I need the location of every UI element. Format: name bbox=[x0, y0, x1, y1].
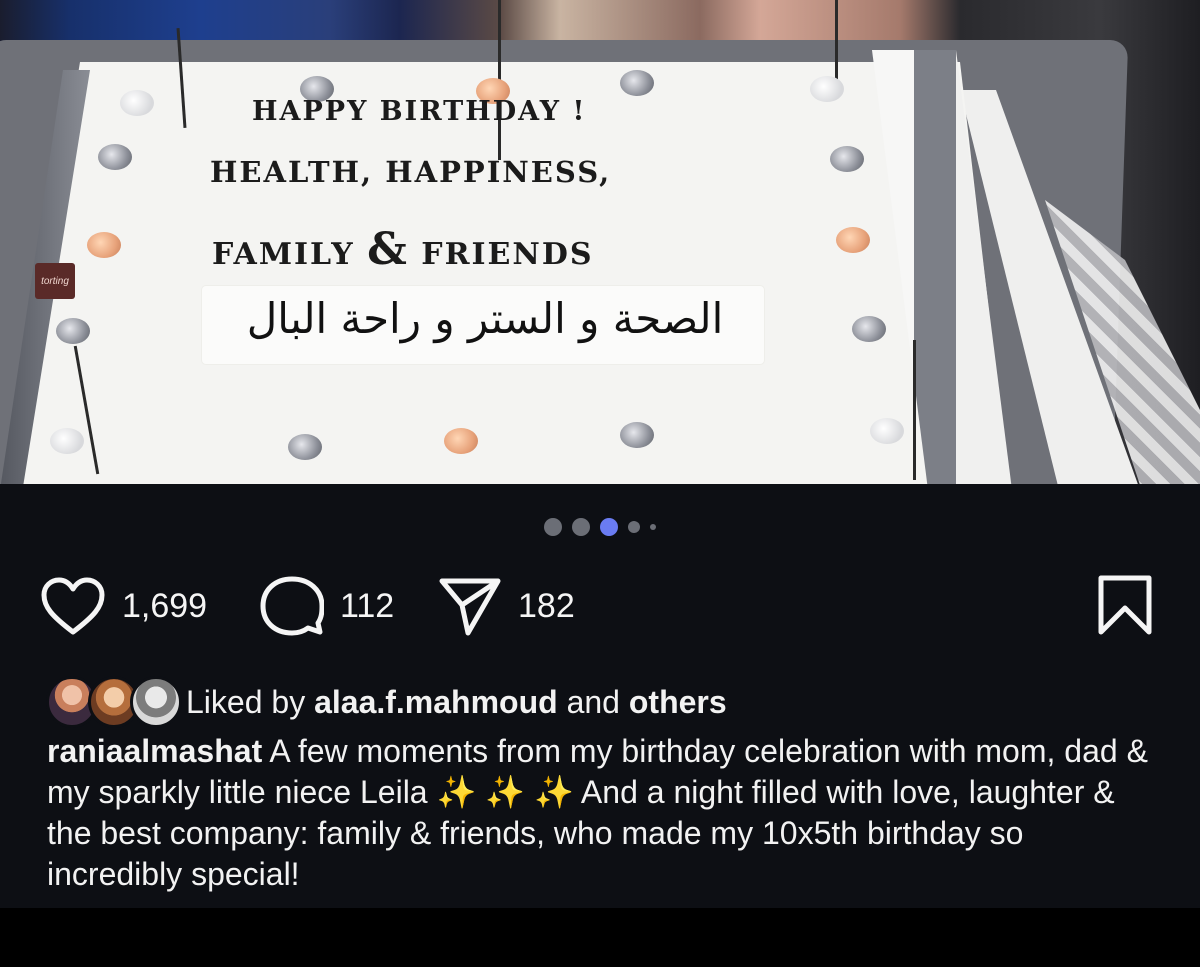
share-button[interactable]: 182 bbox=[438, 574, 575, 638]
action-bar: 1,699 112 182 bbox=[0, 574, 1200, 638]
like-count[interactable]: 1,699 bbox=[122, 587, 207, 626]
liked-by-and: and bbox=[566, 683, 620, 720]
liked-by-row[interactable]: Liked by alaa.f.mahmoud and others bbox=[46, 676, 727, 728]
comment-count[interactable]: 112 bbox=[340, 587, 394, 626]
comment-button[interactable]: 112 bbox=[260, 574, 394, 638]
share-count[interactable]: 182 bbox=[518, 587, 575, 626]
liker-avatars[interactable] bbox=[46, 676, 182, 728]
carousel-dot bbox=[572, 518, 590, 536]
carousel-dot bbox=[628, 521, 640, 533]
heart-icon[interactable] bbox=[40, 576, 106, 636]
like-button[interactable]: 1,699 bbox=[40, 574, 207, 638]
liked-by-text: Liked by alaa.f.mahmoud and others bbox=[186, 684, 727, 721]
post-photo[interactable]: HAPPY BIRTHDAY ! HEALTH, HAPPINESS, FAMI… bbox=[0, 0, 1200, 484]
bookmark-icon[interactable] bbox=[1096, 575, 1154, 640]
carousel-dot bbox=[544, 518, 562, 536]
save-button[interactable] bbox=[1096, 574, 1154, 641]
carousel-dot bbox=[650, 524, 656, 530]
liked-by-prefix: Liked by bbox=[186, 683, 306, 720]
avatar[interactable] bbox=[130, 676, 182, 728]
liked-by-others[interactable]: others bbox=[629, 684, 727, 720]
carousel-indicator bbox=[0, 516, 1200, 538]
caption-username[interactable]: raniaalmashat bbox=[47, 733, 262, 769]
liked-by-username[interactable]: alaa.f.mahmoud bbox=[314, 684, 558, 720]
paper-plane-icon[interactable] bbox=[438, 575, 502, 637]
cake-top bbox=[10, 62, 1010, 484]
carousel-dot-active bbox=[600, 518, 618, 536]
post-caption: raniaalmashat A few moments from my birt… bbox=[47, 731, 1167, 895]
comment-bubble-icon[interactable] bbox=[260, 575, 324, 637]
bottom-bar bbox=[0, 908, 1200, 967]
